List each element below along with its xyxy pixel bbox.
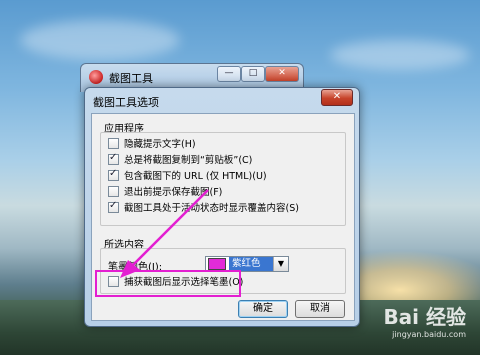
highlight-box [95, 270, 241, 297]
watermark: Bai 经验 jingyan.baidu.com [383, 301, 466, 339]
watermark-sub: jingyan.baidu.com [392, 330, 466, 339]
watermark-text: Bai 经验 [383, 305, 466, 329]
